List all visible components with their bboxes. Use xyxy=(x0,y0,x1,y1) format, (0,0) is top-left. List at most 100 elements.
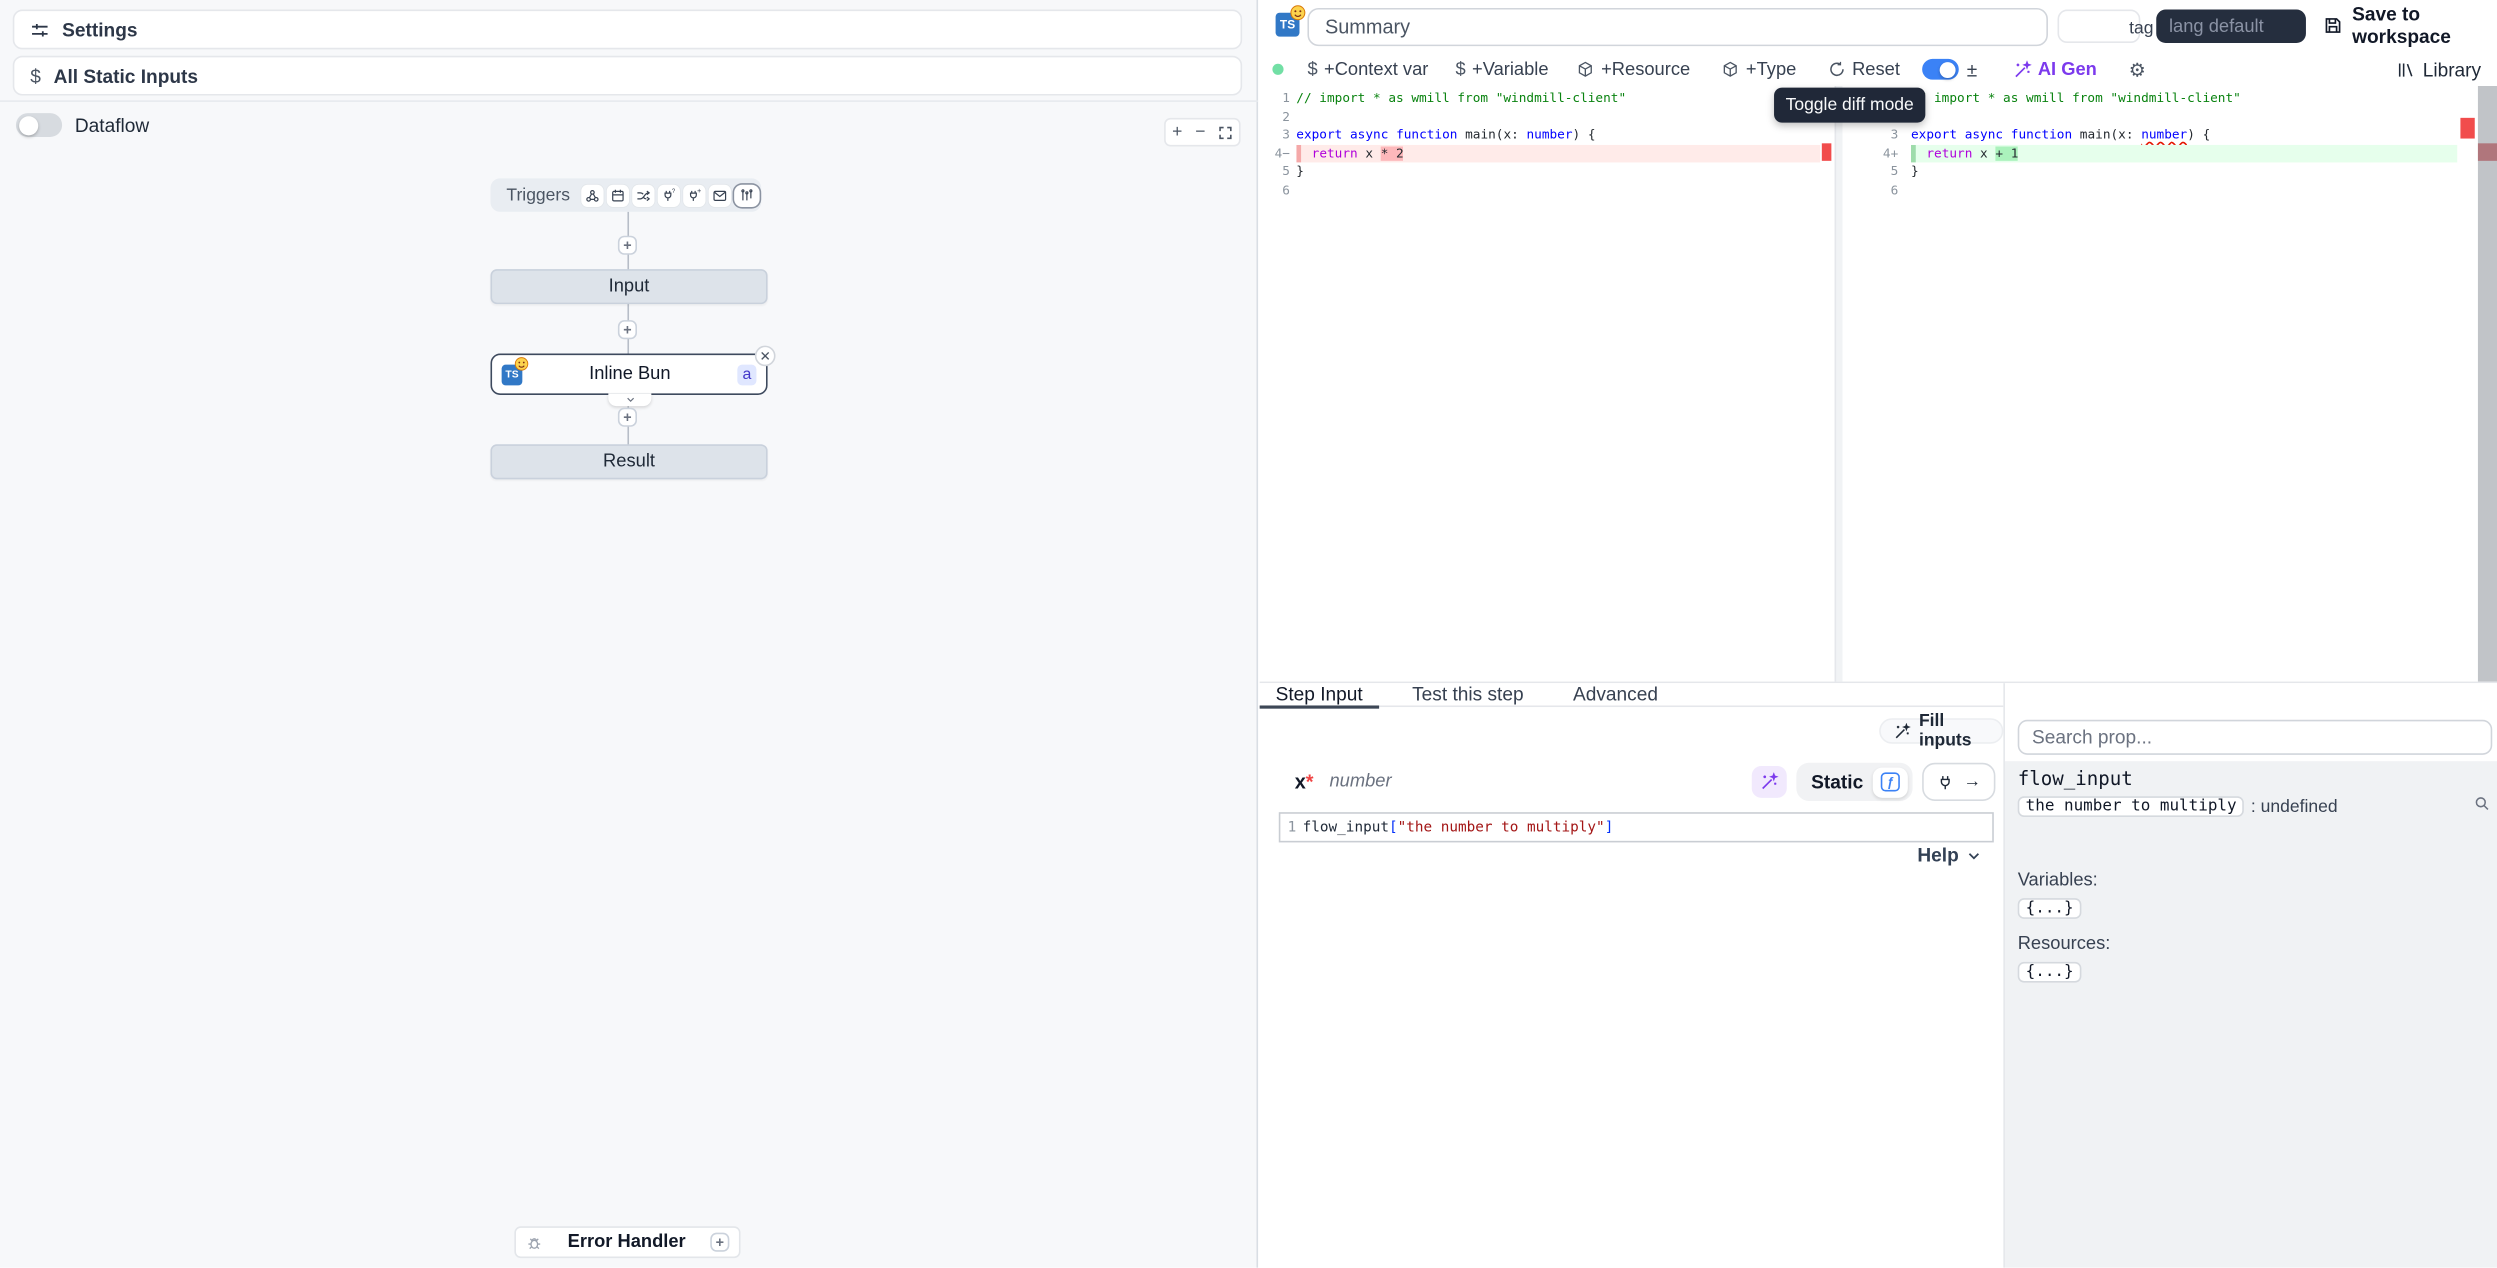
step-panel: Step Input Test this step Advanced Fill … xyxy=(1260,683,2004,1267)
magnifier-icon[interactable] xyxy=(2473,795,2491,813)
diff-editor[interactable]: 1// import * as wmill from "windmill-cli… xyxy=(1260,86,2497,682)
code-line[interactable]: 3export async function main(x: number) { xyxy=(1843,126,2458,144)
flow-canvas[interactable]: Settings $ All Static Inputs Dataflow + … xyxy=(0,0,1258,1268)
variables-chip[interactable]: {...} xyxy=(2018,898,2082,919)
tag-input[interactable] xyxy=(2156,10,2306,43)
code-line[interactable]: 6 xyxy=(1843,181,2458,199)
code-line[interactable]: 1// import * as wmill from "windmill-cli… xyxy=(1843,89,2458,107)
editor-scrollbar[interactable] xyxy=(2478,86,2497,682)
resources-label: Resources: xyxy=(2018,935,2486,954)
schedule-trigger-button[interactable] xyxy=(607,184,629,206)
add-type-button[interactable]: +Type xyxy=(1722,60,1796,79)
webhook-trigger-button[interactable] xyxy=(581,184,603,206)
search-prop-input[interactable] xyxy=(2018,720,2493,755)
expression-mode-button[interactable]: ƒ xyxy=(1873,767,1908,797)
tab-step-input[interactable]: Step Input xyxy=(1260,685,1379,709)
zoom-out-button[interactable]: − xyxy=(1195,123,1205,141)
canvas-zoom-controls: + − xyxy=(1164,118,1240,147)
all-static-inputs-button[interactable]: $ All Static Inputs xyxy=(13,56,1242,96)
step-expand-button[interactable] xyxy=(608,393,651,406)
arrow-right-icon: → xyxy=(1964,772,1982,791)
code-line[interactable]: 5} xyxy=(1260,163,1821,181)
add-error-handler-button[interactable]: + xyxy=(710,1233,729,1252)
code-line[interactable]: 4− return x * 2 xyxy=(1260,145,1821,163)
flow-settings-label: Settings xyxy=(62,18,137,40)
connect-input-button[interactable]: → xyxy=(1922,763,1995,801)
diff-editor-original[interactable]: 1// import * as wmill from "windmill-cli… xyxy=(1260,89,1821,200)
input-mode-segmented: Static ƒ xyxy=(1797,763,1913,801)
all-static-inputs-label: All Static Inputs xyxy=(54,64,198,86)
http-route-trigger-button[interactable] xyxy=(632,184,654,206)
zoom-in-button[interactable]: + xyxy=(1172,123,1182,141)
dollar-icon: $ xyxy=(1455,60,1465,79)
tag-label: tag xyxy=(2129,19,2153,38)
flow-result-node[interactable]: Result xyxy=(490,444,767,479)
summary-input[interactable] xyxy=(1307,8,2048,46)
status-dot xyxy=(1272,64,1283,75)
help-dropdown[interactable]: Help xyxy=(1917,844,1981,866)
diff-mode-toggle[interactable] xyxy=(1922,59,1959,80)
code-line[interactable]: 2 xyxy=(1260,108,1821,126)
ai-fill-button[interactable] xyxy=(1752,766,1787,798)
flow-settings-button[interactable]: Settings xyxy=(13,10,1242,50)
insert-step-button[interactable]: + xyxy=(618,408,637,427)
tab-advanced[interactable]: Advanced xyxy=(1557,685,1674,709)
fullscreen-icon[interactable] xyxy=(1218,125,1232,139)
code-line[interactable]: 5} xyxy=(1843,163,2458,181)
code-line[interactable]: 1// import * as wmill from "windmill-cli… xyxy=(1260,89,1821,107)
svg-text:+: + xyxy=(697,187,701,194)
tab-test-this-step[interactable]: Test this step xyxy=(1396,685,1539,709)
error-handler-node[interactable]: Error Handler + xyxy=(514,1226,740,1258)
trigger-buttons: ?+ xyxy=(581,184,759,206)
step-tabs: Step Input Test this step Advanced xyxy=(1260,683,2004,707)
typescript-icon: TS xyxy=(1276,13,1300,37)
chevron-down-icon xyxy=(1967,848,1981,862)
unlabeled-button[interactable] xyxy=(2058,10,2141,43)
argument-name: x xyxy=(1295,771,1306,793)
diff-plusminus-button[interactable]: ± xyxy=(1967,58,1978,80)
step-node-inline-bun[interactable]: TS Inline Bun a xyxy=(490,354,767,395)
static-mode-label[interactable]: Static xyxy=(1811,771,1863,793)
library-button[interactable]: Library xyxy=(2397,58,2481,80)
plug-icon xyxy=(1936,773,1954,791)
prop-name-chip[interactable]: the number to multiply xyxy=(2018,796,2245,817)
fill-inputs-button[interactable]: Fill inputs xyxy=(1879,718,2003,743)
editor-sash[interactable] xyxy=(1835,86,1843,682)
gear-icon[interactable]: ⚙ xyxy=(2129,58,2146,80)
diff-editor-modified[interactable]: 1// import * as wmill from "windmill-cli… xyxy=(1843,89,2458,200)
dataflow-label: Dataflow xyxy=(75,115,149,137)
dataflow-toggle[interactable] xyxy=(16,113,62,137)
diff-deletion-marker xyxy=(1822,143,1832,161)
save-to-workspace-button[interactable]: Save to workspace xyxy=(2323,11,2497,40)
wand-icon xyxy=(1893,722,1911,740)
function-icon: ƒ xyxy=(1881,772,1900,791)
websocket-trigger-button[interactable]: ? xyxy=(658,184,680,206)
save-icon xyxy=(2323,16,2342,35)
add-context-var-button[interactable]: $ +Context var xyxy=(1307,60,1428,79)
package-icon xyxy=(1577,61,1595,79)
expression-editor[interactable]: 1 flow_input["the number to multiply"] xyxy=(1279,812,1994,842)
ai-gen-button[interactable]: AI Gen xyxy=(2012,60,2097,79)
email-trigger-button[interactable] xyxy=(709,184,731,206)
insert-step-button[interactable]: + xyxy=(618,236,637,255)
prop-row[interactable]: the number to multiply : undefined xyxy=(2018,796,2486,817)
wand-icon xyxy=(2012,60,2031,79)
flow-input-node[interactable]: Input xyxy=(490,269,767,304)
dollar-icon: $ xyxy=(1307,60,1317,79)
code-line[interactable]: 4+ return x + 1 xyxy=(1843,145,2458,163)
svg-text:?: ? xyxy=(672,188,676,194)
delete-step-button[interactable] xyxy=(755,346,776,367)
insert-step-button[interactable]: + xyxy=(618,320,637,339)
props-panel: flow_input the number to multiply : unde… xyxy=(2003,683,2497,1267)
database-trigger-button[interactable]: + xyxy=(683,184,705,206)
argument-row: x* number Static ƒ → xyxy=(1295,763,1996,801)
expression-code[interactable]: flow_input["the number to multiply"] xyxy=(1303,819,1614,835)
code-line[interactable]: 3export async function main(x: number) { xyxy=(1260,126,1821,144)
message-queue-trigger-button[interactable] xyxy=(734,184,759,206)
reset-button[interactable]: Reset xyxy=(1828,60,1900,79)
add-variable-button[interactable]: $ +Variable xyxy=(1455,60,1548,79)
code-line[interactable]: 2 xyxy=(1843,108,2458,126)
resources-chip[interactable]: {...} xyxy=(2018,962,2082,983)
add-resource-button[interactable]: +Resource xyxy=(1577,60,1690,79)
code-line[interactable]: 6 xyxy=(1260,181,1821,199)
